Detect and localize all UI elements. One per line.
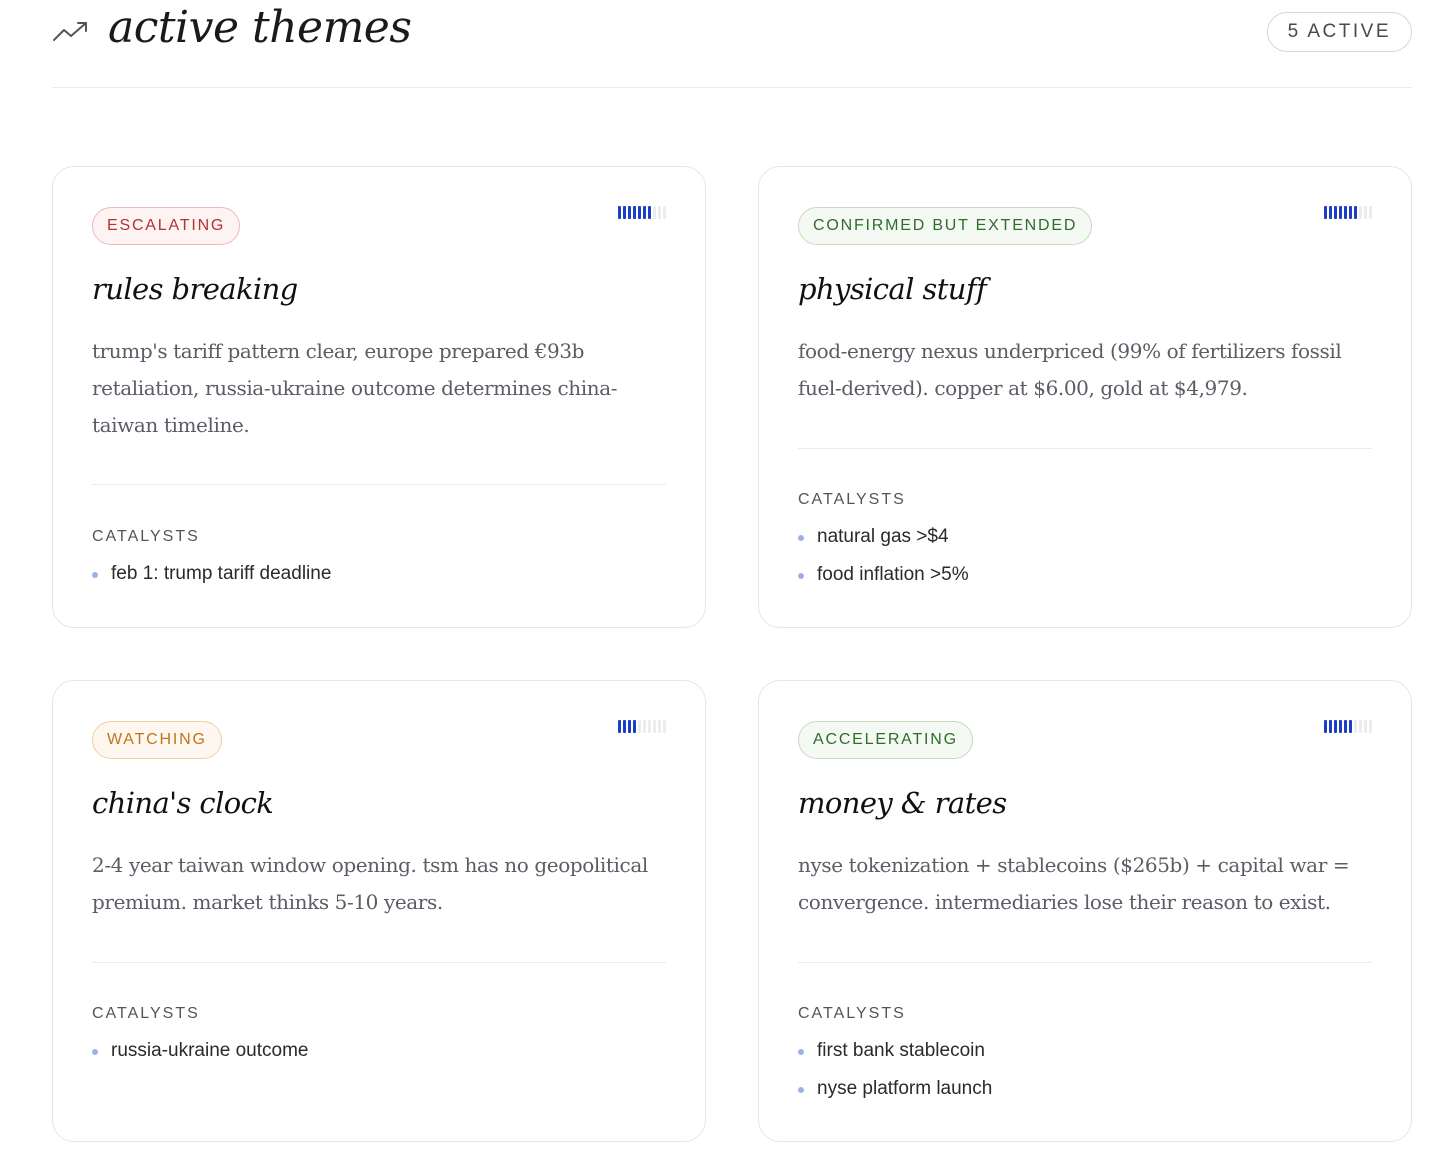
strength-tick xyxy=(628,720,631,733)
strength-tick xyxy=(628,206,631,219)
bullet-dot-icon xyxy=(798,1049,804,1055)
strength-tick xyxy=(643,206,646,219)
divider xyxy=(798,962,1372,963)
strength-tick xyxy=(618,720,621,733)
divider xyxy=(798,448,1372,449)
theme-description: nyse tokenization + stablecoins ($265b) … xyxy=(798,853,1350,914)
strength-meter xyxy=(1324,206,1372,219)
theme-description: food-energy nexus underpriced (99% of fe… xyxy=(798,339,1342,400)
catalyst-item: russia-ukraine outcome xyxy=(92,1038,666,1076)
strength-tick xyxy=(623,206,626,219)
theme-card[interactable]: CONFIRMED BUT EXTENDED physical stuff fo… xyxy=(758,166,1412,628)
strength-tick xyxy=(1334,206,1337,219)
catalyst-item: natural gas >$4 xyxy=(798,524,1372,562)
strength-tick xyxy=(1339,720,1342,733)
strength-tick xyxy=(1349,720,1352,733)
strength-tick xyxy=(1364,720,1367,733)
strength-meter xyxy=(618,206,666,219)
strength-tick xyxy=(633,206,636,219)
strength-tick xyxy=(658,720,661,733)
strength-tick xyxy=(658,206,661,219)
catalyst-item: first bank stablecoin xyxy=(798,1038,1372,1076)
catalyst-list: feb 1: trump tariff deadline xyxy=(92,561,666,599)
theme-card[interactable]: WATCHING china's clock 2-4 year taiwan w… xyxy=(52,680,706,1142)
strength-tick xyxy=(1349,206,1352,219)
strength-tick xyxy=(653,720,656,733)
catalyst-list: first bank stablecoin nyse platform laun… xyxy=(798,1038,1372,1114)
page-title: active themes xyxy=(108,2,412,53)
catalyst-list: russia-ukraine outcome xyxy=(92,1038,666,1076)
theme-description: trump's tariff pattern clear, europe pre… xyxy=(92,339,618,437)
trending-up-icon xyxy=(53,22,87,41)
strength-tick xyxy=(1344,206,1347,219)
theme-title: china's clock xyxy=(92,786,274,820)
catalysts-heading: CATALYSTS xyxy=(798,1005,906,1022)
bullet-dot-icon xyxy=(798,573,804,579)
catalyst-item: food inflation >5% xyxy=(798,562,1372,600)
strength-tick xyxy=(633,720,636,733)
strength-tick xyxy=(653,206,656,219)
strength-tick xyxy=(1324,720,1327,733)
theme-title: rules breaking xyxy=(92,272,298,306)
strength-tick xyxy=(663,720,666,733)
theme-title: physical stuff xyxy=(798,272,987,306)
strength-tick xyxy=(618,206,621,219)
strength-tick xyxy=(1359,720,1362,733)
strength-tick xyxy=(638,206,641,219)
strength-tick xyxy=(1344,720,1347,733)
catalysts-heading: CATALYSTS xyxy=(798,491,906,508)
strength-tick xyxy=(1324,206,1327,219)
strength-tick xyxy=(648,206,651,219)
bullet-dot-icon xyxy=(798,535,804,541)
section-header: active themes 5 ACTIVE xyxy=(52,0,1412,88)
strength-tick xyxy=(1334,720,1337,733)
divider xyxy=(92,962,666,963)
strength-tick xyxy=(1354,206,1357,219)
strength-tick xyxy=(1364,206,1367,219)
strength-tick xyxy=(1329,206,1332,219)
strength-tick xyxy=(1354,720,1357,733)
status-badge: ESCALATING xyxy=(92,207,241,245)
catalyst-item: feb 1: trump tariff deadline xyxy=(92,561,666,599)
strength-tick xyxy=(648,720,651,733)
strength-meter xyxy=(1324,720,1372,733)
strength-tick xyxy=(1339,206,1342,219)
strength-tick xyxy=(1369,206,1372,219)
strength-tick xyxy=(1329,720,1332,733)
status-badge: WATCHING xyxy=(92,721,222,759)
active-count-badge: 5 ACTIVE xyxy=(1266,12,1412,52)
theme-title: money & rates xyxy=(798,786,1007,820)
strength-tick xyxy=(638,720,641,733)
divider xyxy=(92,484,666,485)
catalyst-item: nyse platform launch xyxy=(798,1076,1372,1114)
theme-description: 2-4 year taiwan window opening. tsm has … xyxy=(92,853,648,914)
bullet-dot-icon xyxy=(798,1087,804,1093)
bullet-dot-icon xyxy=(92,1049,98,1055)
strength-tick xyxy=(643,720,646,733)
bullet-dot-icon xyxy=(92,572,98,578)
catalysts-heading: CATALYSTS xyxy=(92,528,200,545)
strength-tick xyxy=(1359,206,1362,219)
strength-tick xyxy=(623,720,626,733)
catalyst-list: natural gas >$4 food inflation >5% xyxy=(798,524,1372,600)
strength-tick xyxy=(1369,720,1372,733)
status-badge: CONFIRMED BUT EXTENDED xyxy=(798,207,1093,245)
status-badge: ACCELERATING xyxy=(798,721,973,759)
catalysts-heading: CATALYSTS xyxy=(92,1005,200,1022)
theme-card[interactable]: ESCALATING rules breaking trump's tariff… xyxy=(52,166,706,628)
strength-meter xyxy=(618,720,666,733)
theme-card[interactable]: ACCELERATING money & rates nyse tokeniza… xyxy=(758,680,1412,1142)
strength-tick xyxy=(663,206,666,219)
